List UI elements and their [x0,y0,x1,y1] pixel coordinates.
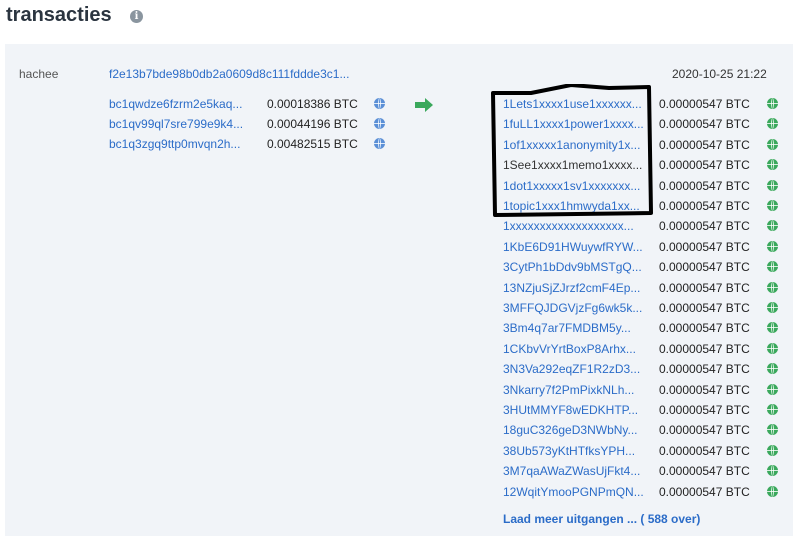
output-address-link[interactable]: 3Bm4q7ar7FMDBM5y... [503,321,655,335]
tx-id-link[interactable]: f2e13b7bde98b0db2a0609d8c111fddde3c1... [109,67,389,81]
input-amount: 0.00482515 BTC [267,137,358,151]
load-more-outputs-link[interactable]: Laad meer uitgangen ... ( 588 over) [503,512,700,526]
output-address-link[interactable]: 12WqitYmooPGNPmQN... [503,485,655,499]
globe-icon[interactable] [767,220,778,232]
output-amount: 0.00000547 BTC [659,464,750,479]
output-amount: 0.00000547 BTC [659,260,750,275]
output-row: 1fuLL1xxxx1power1xxxx... 0.00000547 BTC [503,117,793,135]
output-amount: 0.00000547 BTC [659,117,750,132]
output-amount: 0.00000547 BTC [659,321,750,336]
output-amount: 0.00000547 BTC [659,199,750,213]
globe-icon[interactable] [767,118,778,130]
input-address-link[interactable]: bc1qwdze6fzrm2e5kaq... [109,97,261,111]
output-row: 1of1xxxxx1anonymity1x... 0.00000547 BTC [503,138,793,156]
output-amount: 0.00000547 BTC [659,97,750,111]
info-icon[interactable]: i [130,10,143,23]
input-amount: 0.00018386 BTC [267,97,358,111]
output-address-link[interactable]: 38Ub573yKtHTfksYPH... [503,444,655,458]
output-amount: 0.00000547 BTC [659,137,750,152]
output-row: 3M7qaAWaZWasUjFkt4... 0.00000547 BTC [503,464,793,482]
output-amount: 0.00000547 BTC [659,280,750,295]
globe-icon[interactable] [767,465,778,477]
input-address-link[interactable]: bc1qv99ql7sre799e9k4... [109,117,261,131]
output-address-link[interactable]: 18guC326geD3NWbNy... [503,423,655,437]
output-row: 12WqitYmooPGNPmQN... 0.00000547 BTC [503,485,793,503]
output-address-link[interactable]: 1of1xxxxx1anonymity1x... [503,138,655,152]
output-amount: 0.00000547 BTC [659,158,750,173]
globe-icon[interactable] [767,424,778,436]
output-address-link[interactable]: 1See1xxxx1memo1xxxx... [503,158,655,172]
globe-icon[interactable] [767,322,778,334]
output-address-link[interactable]: 1dot1xxxxx1sv1xxxxxxx... [503,179,655,193]
globe-icon[interactable] [767,159,778,171]
output-amount: 0.00000547 BTC [659,443,750,458]
globe-icon[interactable] [767,261,778,273]
output-row: 3Nkarry7f2PmPixkNLh... 0.00000547 BTC [503,383,793,401]
globe-icon[interactable] [767,179,778,191]
output-address-link[interactable]: 3MFFQJDGVjzFg6wk5k... [503,301,655,315]
output-row: 3N3Va292eqZF1R2zD3... 0.00000547 BTC [503,362,793,380]
output-address-link[interactable]: 3CytPh1bDdv9bMSTgQ... [503,260,655,274]
output-address-link[interactable]: 1xxxxxxxxxxxxxxxxxxx... [503,219,655,233]
tx-timestamp: 2020-10-25 21:22 [672,67,767,81]
output-amount: 0.00000547 BTC [659,301,750,315]
globe-icon[interactable] [767,281,778,293]
output-address-link[interactable]: 1Lets1xxxx1use1xxxxxx... [503,97,655,111]
input-row: bc1qv99ql7sre799e9k4... 0.00044196 BTC [109,117,399,135]
output-row: 1Lets1xxxx1use1xxxxxx... 0.00000547 BTC [503,97,793,115]
output-row: 13NZjuSjZJrzf2cmF4Ep... 0.00000547 BTC [503,281,793,299]
input-address-link[interactable]: bc1q3zgq9ttp0mvqn2h... [109,137,261,151]
output-row: 1xxxxxxxxxxxxxxxxxxx... 0.00000547 BTC [503,219,793,237]
output-row: 38Ub573yKtHTfksYPH... 0.00000547 BTC [503,444,793,462]
output-amount: 0.00000547 BTC [659,239,750,254]
page-title: transacties [6,4,112,26]
output-address-link[interactable]: 3Nkarry7f2PmPixkNLh... [503,383,655,397]
globe-icon[interactable] [767,302,778,313]
output-address-link[interactable]: 3HUtMMYF8wEDKHTP... [503,403,655,417]
output-address-link[interactable]: 3M7qaAWaZWasUjFkt4... [503,464,655,478]
output-amount: 0.00000547 BTC [659,484,750,499]
output-amount: 0.00000547 BTC [659,341,750,356]
globe-icon[interactable] [767,383,778,395]
output-row: 3MFFQJDGVjzFg6wk5k... 0.00000547 BTC [503,301,793,319]
tx-label: hachee [19,67,59,81]
output-amount: 0.00000547 BTC [659,423,750,438]
output-address-link[interactable]: 3N3Va292eqZF1R2zD3... [503,362,655,376]
globe-icon[interactable] [374,118,385,129]
output-address-link[interactable]: 1KbE6D91HWuywfRYW... [503,240,655,254]
output-row: 3Bm4q7ar7FMDBM5y... 0.00000547 BTC [503,321,793,339]
globe-icon[interactable] [767,200,778,211]
output-row: 1topic1xxx1hmwyda1xx... 0.00000547 BTC [503,199,793,217]
output-row: 1KbE6D91HWuywfRYW... 0.00000547 BTC [503,240,793,258]
arrow-right-icon [415,98,433,112]
output-address-link[interactable]: 1topic1xxx1hmwyda1xx... [503,199,655,213]
globe-icon[interactable] [767,444,778,456]
output-row: 1dot1xxxxx1sv1xxxxxxx... 0.00000547 BTC [503,179,793,197]
input-amount: 0.00044196 BTC [267,117,358,131]
globe-icon[interactable] [767,404,778,415]
output-amount: 0.00000547 BTC [659,362,750,377]
output-address-link[interactable]: 13NZjuSjZJrzf2cmF4Ep... [503,281,655,295]
globe-icon[interactable] [767,485,778,497]
input-row: bc1q3zgq9ttp0mvqn2h... 0.00482515 BTC [109,137,399,155]
globe-icon[interactable] [767,363,778,375]
output-amount: 0.00000547 BTC [659,403,750,417]
output-amount: 0.00000547 BTC [659,178,750,193]
output-row: 3CytPh1bDdv9bMSTgQ... 0.00000547 BTC [503,260,793,278]
output-address-link[interactable]: 1fuLL1xxxx1power1xxxx... [503,117,655,131]
output-amount: 0.00000547 BTC [659,382,750,397]
output-row: 1CKbvVrYrtBoxP8Arhx... 0.00000547 BTC [503,342,793,360]
input-row: bc1qwdze6fzrm2e5kaq... 0.00018386 BTC [109,97,399,115]
output-row: 3HUtMMYF8wEDKHTP... 0.00000547 BTC [503,403,793,421]
globe-icon[interactable] [374,98,385,109]
globe-icon[interactable] [767,138,778,150]
globe-icon[interactable] [374,138,385,149]
output-row: 1See1xxxx1memo1xxxx... 0.00000547 BTC [503,158,793,176]
globe-icon[interactable] [767,240,778,252]
output-address-link[interactable]: 1CKbvVrYrtBoxP8Arhx... [503,342,655,356]
output-row: 18guC326geD3NWbNy... 0.00000547 BTC [503,423,793,441]
globe-icon[interactable] [767,342,778,354]
output-amount: 0.00000547 BTC [659,219,750,234]
globe-icon[interactable] [767,98,778,109]
